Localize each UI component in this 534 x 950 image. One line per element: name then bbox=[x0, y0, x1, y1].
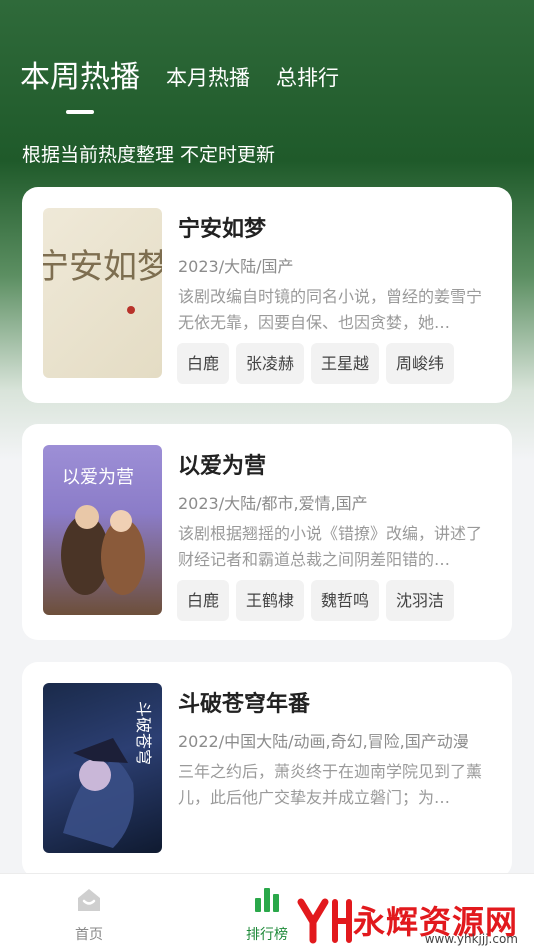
actor-tag[interactable]: 魏哲鸣 bbox=[311, 580, 380, 621]
poster-image[interactable]: 以爱为营 bbox=[43, 445, 162, 615]
actor-tag[interactable]: 王星越 bbox=[311, 343, 380, 384]
actor-tag[interactable]: 白鹿 bbox=[177, 580, 230, 621]
drama-card[interactable]: 宁安如梦 宁安如梦 2023/大陆/国产 该剧改编自时镜的同名小说，曾经的姜雪宁… bbox=[22, 187, 512, 403]
actor-tag[interactable]: 白鹿 bbox=[177, 343, 230, 384]
tab-this-month-label: 本月热播 bbox=[166, 66, 250, 90]
home-icon bbox=[78, 889, 100, 911]
ranking-icon bbox=[255, 888, 279, 912]
card-meta: 2023/大陆/国产 bbox=[178, 257, 294, 276]
tab-this-month[interactable]: 本月热播 bbox=[166, 62, 250, 96]
drama-card[interactable]: 以爱为营 以爱为营 2023/大陆/都市,爱情,国产 该剧根据翘摇的小说《错撩》… bbox=[22, 424, 512, 640]
drama-card[interactable]: 斗破苍穹 斗破苍穹年番 2022/中国大陆/动画,奇幻,冒险,国产动漫 三年之约… bbox=[22, 662, 512, 878]
tab-overall-label: 总排行 bbox=[276, 66, 339, 90]
card-description: 该剧改编自时镜的同名小说，曾经的姜雪宁无依无靠，因要自保、也因贪婪，她… bbox=[178, 287, 483, 332]
tab-this-week[interactable]: 本周热播 bbox=[20, 52, 140, 114]
poster-title-2: 以爱为营 bbox=[62, 467, 134, 488]
watermark-logo-icon bbox=[297, 898, 352, 944]
card-description: 该剧根据翘摇的小说《错撩》改编，讲述了财经记者和霸道总裁之间阴差阳错的… bbox=[178, 524, 483, 569]
poster-art: 宁安如梦 bbox=[43, 247, 162, 314]
bottom-nav: 首页 排行榜 永辉资源网 www.yhkjjj.com bbox=[0, 873, 534, 950]
tab-overall[interactable]: 总排行 bbox=[276, 62, 339, 96]
nav-home[interactable]: 首页 bbox=[49, 884, 129, 944]
poster-title-3: 斗破苍穹 bbox=[134, 701, 153, 765]
card-description: 三年之约后，萧炎终于在迦南学院见到了薰儿，此后他广交挚友并成立磐门；为… bbox=[178, 762, 483, 807]
nav-home-label: 首页 bbox=[75, 927, 103, 943]
card-meta: 2023/大陆/都市,爱情,国产 bbox=[178, 494, 368, 513]
tab-this-week-label: 本周热播 bbox=[20, 60, 140, 95]
subtitle: 根据当前热度整理 不定时更新 bbox=[22, 144, 276, 166]
card-title[interactable]: 以爱为营 bbox=[178, 448, 266, 480]
card-meta: 2022/中国大陆/动画,奇幻,冒险,国产动漫 bbox=[178, 732, 469, 751]
actor-tags: 白鹿 张凌赫 王星越 周峻纬 bbox=[177, 343, 461, 384]
actor-tag[interactable]: 沈羽洁 bbox=[386, 580, 455, 621]
poster-title-1: 宁安如梦 bbox=[43, 247, 162, 287]
actor-tag[interactable]: 周峻纬 bbox=[386, 343, 455, 384]
card-title[interactable]: 宁安如梦 bbox=[178, 211, 266, 243]
actor-tag[interactable]: 张凌赫 bbox=[236, 343, 305, 384]
active-tab-indicator bbox=[66, 110, 94, 114]
poster-image[interactable]: 宁安如梦 bbox=[43, 208, 162, 378]
actor-tags: 白鹿 王鹤棣 魏哲鸣 沈羽洁 bbox=[177, 580, 461, 621]
tab-bar: 本周热播 本月热播 总排行 bbox=[20, 52, 514, 114]
watermark: 永辉资源网 www.yhkjjj.com bbox=[297, 896, 518, 946]
watermark-url: www.yhkjjj.com bbox=[424, 932, 518, 946]
card-title[interactable]: 斗破苍穹年番 bbox=[178, 686, 310, 718]
actor-tag[interactable]: 王鹤棣 bbox=[236, 580, 305, 621]
nav-ranking-label: 排行榜 bbox=[246, 927, 288, 943]
poster-art: 斗破苍穹 bbox=[63, 701, 153, 848]
nav-ranking[interactable]: 排行榜 bbox=[227, 884, 307, 944]
poster-art: 以爱为营 bbox=[61, 467, 145, 595]
poster-image[interactable]: 斗破苍穹 bbox=[43, 683, 162, 853]
